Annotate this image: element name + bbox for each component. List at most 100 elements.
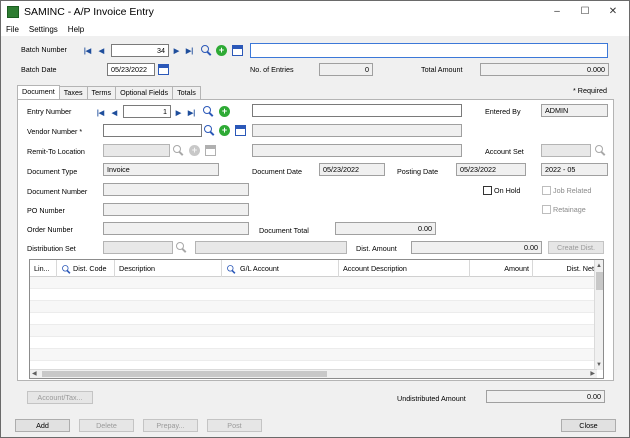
on-hold-checkbox[interactable] — [483, 186, 492, 195]
entered-by-label: Entered By — [485, 107, 521, 116]
total-amount-label: Total Amount — [421, 65, 463, 74]
distribution-set-label: Distribution Set — [27, 244, 76, 253]
account-set-field[interactable] — [541, 144, 591, 157]
grid-row[interactable] — [30, 349, 597, 361]
col-account-description[interactable]: Account Description — [339, 260, 470, 277]
next-batch-icon[interactable]: ▶ — [172, 46, 181, 56]
order-number-field[interactable] — [103, 222, 249, 235]
grid-row[interactable] — [30, 313, 597, 325]
scroll-right-icon[interactable]: ▶ — [590, 370, 595, 378]
menu-bar: File Settings Help — [1, 22, 629, 36]
job-related-label: Job Related — [553, 186, 592, 195]
document-number-label: Document Number — [27, 187, 88, 196]
grid-horizontal-scrollbar[interactable]: ◀ ▶ — [30, 369, 597, 378]
menu-file[interactable]: File — [1, 25, 24, 34]
grid-vertical-scrollbar[interactable]: ▲ ▼ — [594, 260, 603, 370]
minimize-button[interactable]: – — [543, 1, 571, 21]
document-date-label: Document Date — [252, 167, 302, 176]
tab-optional-fields[interactable]: Optional Fields — [115, 86, 174, 99]
tab-taxes[interactable]: Taxes — [58, 86, 88, 99]
col-description[interactable]: Description — [115, 260, 222, 277]
retainage-checkbox[interactable] — [542, 205, 551, 214]
col-gl-account[interactable]: G/L Account — [222, 260, 339, 277]
prepay-button[interactable]: Prepay... — [143, 419, 198, 432]
close-button[interactable]: Close — [561, 419, 616, 432]
batch-finder-icon[interactable] — [201, 45, 212, 56]
entry-number-field[interactable]: 1 — [123, 105, 171, 118]
menu-help[interactable]: Help — [63, 25, 89, 34]
account-set-finder-icon[interactable] — [595, 145, 606, 156]
previous-batch-icon[interactable]: ◀ — [97, 46, 106, 56]
title-bar: SAMINC - A/P Invoice Entry – ☐ ✕ — [1, 1, 629, 22]
last-entry-icon[interactable]: ▶| — [187, 108, 196, 118]
dist-code-finder-icon[interactable] — [62, 265, 71, 274]
horizontal-scroll-thumb[interactable] — [42, 371, 327, 377]
tab-terms[interactable]: Terms — [86, 86, 117, 99]
batch-list-icon[interactable] — [232, 45, 243, 56]
grid-row[interactable] — [30, 301, 597, 313]
grid-row[interactable] — [30, 277, 597, 289]
document-total-field[interactable]: 0.00 — [335, 222, 436, 235]
batch-description-field[interactable] — [250, 43, 608, 58]
batch-date-field[interactable]: 05/23/2022 — [107, 63, 155, 76]
remit-to-finder-icon[interactable] — [173, 145, 184, 156]
last-batch-icon[interactable]: ▶| — [185, 46, 194, 56]
next-entry-icon[interactable]: ▶ — [174, 108, 183, 118]
col-amount[interactable]: Amount — [470, 260, 533, 277]
previous-entry-icon[interactable]: ◀ — [110, 108, 119, 118]
tab-totals[interactable]: Totals — [172, 86, 201, 99]
menu-settings[interactable]: Settings — [24, 25, 63, 34]
post-button[interactable]: Post — [207, 419, 262, 432]
job-related-checkbox[interactable] — [542, 186, 551, 195]
close-window-button[interactable]: ✕ — [599, 1, 627, 21]
remit-to-info-icon[interactable] — [205, 145, 216, 156]
app-icon — [7, 5, 19, 18]
undistributed-amount-field: 0.00 — [486, 390, 605, 403]
vendor-number-label: Vendor Number * — [27, 127, 83, 136]
add-button[interactable]: Add — [15, 419, 70, 432]
grid-row[interactable] — [30, 337, 597, 349]
scroll-up-icon[interactable]: ▲ — [596, 262, 602, 270]
scroll-down-icon[interactable]: ▼ — [596, 361, 602, 369]
account-tax-button[interactable]: Account/Tax... — [27, 391, 93, 404]
posting-date-field[interactable]: 05/23/2022 — [456, 163, 526, 176]
vendor-finder-icon[interactable] — [204, 125, 215, 136]
grid-row[interactable] — [30, 289, 597, 301]
batch-number-field[interactable]: 34 — [111, 44, 169, 57]
retainage-label: Retainage — [553, 205, 586, 214]
document-date-field[interactable]: 05/23/2022 — [319, 163, 385, 176]
po-number-field[interactable] — [103, 203, 249, 216]
col-dist-net[interactable]: Dist. Net — [533, 260, 597, 277]
new-vendor-icon[interactable]: + — [219, 125, 230, 136]
new-entry-icon[interactable]: + — [219, 106, 230, 117]
delete-button[interactable]: Delete — [79, 419, 134, 432]
vertical-scroll-thumb[interactable] — [596, 272, 603, 290]
distribution-set-field[interactable] — [103, 241, 173, 254]
vendor-number-field[interactable] — [103, 124, 202, 137]
grid-row[interactable] — [30, 325, 597, 337]
remit-to-description-field — [252, 144, 462, 157]
new-batch-icon[interactable]: + — [216, 45, 227, 56]
remit-to-field[interactable] — [103, 144, 170, 157]
required-note: * Required — [573, 86, 607, 95]
distribution-set-finder-icon[interactable] — [176, 242, 187, 253]
scroll-left-icon[interactable]: ◀ — [32, 370, 37, 378]
document-number-field[interactable] — [103, 183, 249, 196]
gl-account-finder-icon[interactable] — [227, 265, 236, 274]
entry-finder-icon[interactable] — [203, 106, 214, 117]
col-line[interactable]: Lin... — [30, 260, 57, 277]
window-title: SAMINC - A/P Invoice Entry — [24, 5, 154, 18]
total-amount-field: 0.000 — [480, 63, 609, 76]
tab-document[interactable]: Document — [17, 85, 60, 99]
entry-description-field[interactable] — [252, 104, 462, 117]
create-dist-button[interactable]: Create Dist. — [548, 241, 604, 254]
document-total-label: Document Total — [259, 226, 309, 235]
vendor-info-icon[interactable] — [235, 125, 246, 136]
first-entry-icon[interactable]: |◀ — [96, 108, 105, 118]
batch-date-calendar-icon[interactable] — [158, 64, 169, 75]
new-remit-to-icon[interactable]: + — [189, 145, 200, 156]
first-batch-icon[interactable]: |◀ — [83, 46, 92, 56]
distribution-grid[interactable]: Lin... Dist. Code Description G/L Accoun… — [29, 259, 604, 379]
maximize-button[interactable]: ☐ — [571, 1, 599, 21]
document-type-select[interactable]: Invoice — [103, 163, 219, 176]
